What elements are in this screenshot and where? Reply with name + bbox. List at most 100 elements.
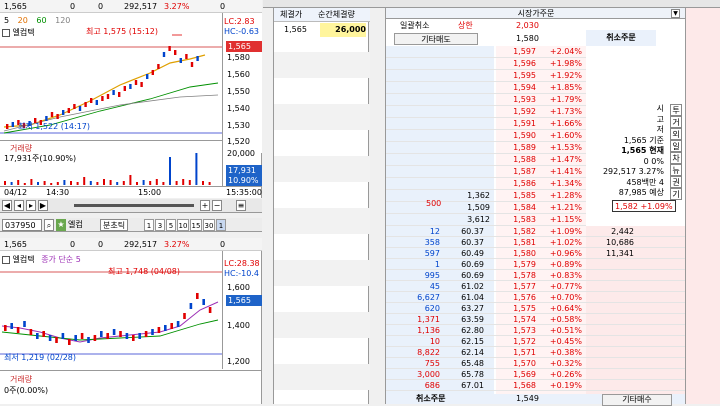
order-dropdown-icon[interactable]: ▼ [671, 9, 680, 18]
side-tab[interactable]: 뉴 [670, 164, 682, 176]
volume-bar [63, 180, 66, 185]
period-10[interactable]: 10 [177, 219, 189, 231]
trade-price: 1,565 [284, 25, 307, 34]
bid-row[interactable]: 12 60.37 1,582 +1.09% 2,442 [386, 226, 686, 237]
ask-row[interactable]: 1,597 +2.04% [386, 46, 586, 58]
bid-row[interactable]: 8,822 62.14 1,571 +0.38% [386, 347, 686, 358]
bid-row[interactable]: 3,000 65.78 1,569 +0.26% [386, 369, 686, 380]
stock-code-input[interactable]: 037950 [2, 219, 42, 231]
center-highlight: 1,582 +1.09% [612, 200, 676, 212]
ask-qty [426, 142, 490, 154]
zoom-plus-icon[interactable]: + [200, 200, 210, 211]
volume-bar [195, 153, 198, 185]
right-edge-panel [685, 8, 720, 404]
chart-scroll-bar[interactable]: ◀ ◂ ▸ ▶ + − ≡ [0, 199, 262, 213]
ask-row[interactable]: 1,509 1,584 +1.21% [386, 202, 586, 214]
ask-qty [426, 46, 490, 58]
bid-row[interactable]: 10 62.15 1,572 +0.45% [386, 336, 686, 347]
bid-row[interactable]: 995 60.69 1,578 +0.83% [386, 270, 686, 281]
period-30[interactable]: 30 [203, 219, 215, 231]
ask-row[interactable]: 1,592 +1.73% [386, 106, 586, 118]
ask-row[interactable]: 1,591 +1.66% [386, 118, 586, 130]
scroll-next-icon[interactable]: ▸ [26, 200, 36, 211]
side-tab[interactable]: 투 [670, 104, 682, 116]
candle [146, 74, 149, 79]
bottom-cancel-button[interactable]: 취소주문 [416, 394, 445, 404]
ask-row[interactable]: 1,590 +1.60% [386, 130, 586, 142]
candle [138, 333, 141, 339]
side-tab[interactable]: 권 [670, 176, 682, 188]
bid-row[interactable]: 620 63.27 1,575 +0.64% [386, 303, 686, 314]
ask-row[interactable]: 1,589 +1.53% [386, 142, 586, 154]
period-1b[interactable]: 1 [216, 219, 226, 231]
ask-qty [426, 166, 490, 178]
volume-bar [208, 182, 211, 185]
unit-button[interactable]: 분초틱 [100, 219, 129, 231]
side-tab[interactable]: 일 [670, 140, 682, 152]
ask-row[interactable]: 1,593 +1.79% [386, 94, 586, 106]
stock-search-icon[interactable]: ⌕ [44, 219, 54, 231]
legend-20: 20 [17, 16, 28, 25]
bid-row[interactable]: 45 61.02 1,577 +0.77% [386, 281, 686, 292]
y-tick-3: 1,540 [227, 104, 250, 113]
b-y-tick-1: 1,400 [227, 321, 250, 330]
volume-bar [122, 181, 125, 185]
volume-bar [83, 177, 86, 185]
ask-row[interactable]: 1,362 1,585 +1.28% [386, 190, 586, 202]
side-tab[interactable]: 외 [670, 128, 682, 140]
cancel-order-button[interactable]: 취소주문 [586, 30, 656, 46]
ask-row[interactable]: 1,595 +1.92% [386, 70, 586, 82]
volume-bar [109, 180, 112, 185]
volume-bar [43, 181, 46, 185]
ask-rate: +1.34% [549, 179, 582, 188]
period-15[interactable]: 15 [190, 219, 202, 231]
candle [78, 106, 82, 111]
side-tab[interactable]: 차 [670, 152, 682, 164]
scroll-last-icon[interactable]: ▶ [38, 200, 48, 211]
other-buy-button[interactable]: 기타매수 [602, 394, 672, 406]
bottom-chart-panel: 1,565 0 0 292,517 3.27% 0 엘컴텍 종가 단순 5 최고… [0, 238, 262, 404]
scroll-prev-icon[interactable]: ◂ [14, 200, 24, 211]
period-1[interactable]: 1 [144, 219, 154, 231]
ask-row[interactable]: 1,588 +1.47% [386, 154, 586, 166]
ask-row[interactable]: 1,596 +1.98% [386, 58, 586, 70]
top-y-axis: LC:2.83 HC:-0.63 1,565 1,580 1,560 1,550… [222, 13, 262, 153]
bid-row[interactable]: 1 60.69 1,579 +0.89% [386, 259, 686, 270]
order-bottom-bar: 취소주문 1,549 기타매수 [386, 394, 686, 406]
candle [112, 329, 116, 335]
top-candles [6, 46, 199, 129]
ask-row[interactable]: 1,586 +1.34% [386, 178, 586, 190]
ask-row[interactable]: 1,594 +1.85% [386, 82, 586, 94]
candle [140, 82, 143, 87]
bid-row[interactable]: 755 65.48 1,570 +0.32% [386, 358, 686, 369]
side-tab[interactable]: 기 [670, 188, 682, 200]
zoom-minus-icon[interactable]: − [212, 200, 222, 211]
candle [56, 114, 59, 119]
ask-row[interactable]: 1,587 +1.41% [386, 166, 586, 178]
bulk-cancel-button[interactable]: 일괄취소 [400, 20, 429, 32]
ask-row[interactable]: 3,612 1,583 +1.15% [386, 214, 586, 226]
candle [36, 333, 39, 339]
candle [185, 54, 188, 59]
period-3[interactable]: 3 [155, 219, 165, 231]
scroll-track[interactable] [74, 204, 194, 207]
period-5[interactable]: 5 [166, 219, 176, 231]
settings-icon[interactable]: ≡ [236, 200, 246, 211]
center-info-line: 1,565 기준 [623, 135, 664, 145]
bid-row[interactable]: 1,136 62.80 1,573 +0.51% [386, 325, 686, 336]
candle [29, 329, 33, 335]
other-sell-button[interactable]: 기타매도 [394, 33, 478, 45]
bid-row[interactable]: 1,371 63.59 1,574 +0.58% [386, 314, 686, 325]
bid-row[interactable]: 686 67.01 1,568 +0.19% [386, 380, 686, 391]
bid-row[interactable]: 358 60.37 1,581 +1.02% 10,686 [386, 237, 686, 248]
bid-row[interactable]: 6,627 61.04 1,576 +0.70% [386, 292, 686, 303]
sell-ref-price: 1,580 [516, 34, 539, 43]
stock-badge-icon[interactable]: ★ [56, 219, 66, 231]
bid-row[interactable]: 597 60.49 1,580 +0.96% 11,341 [386, 248, 686, 259]
b-info-amount: 292,517 [124, 240, 158, 249]
side-tab[interactable]: 거 [670, 116, 682, 128]
volume-bar [30, 179, 33, 185]
b-chart-checkbox-icon[interactable] [2, 255, 10, 264]
scroll-first-icon[interactable]: ◀ [2, 200, 12, 211]
ask-qty [426, 70, 490, 82]
